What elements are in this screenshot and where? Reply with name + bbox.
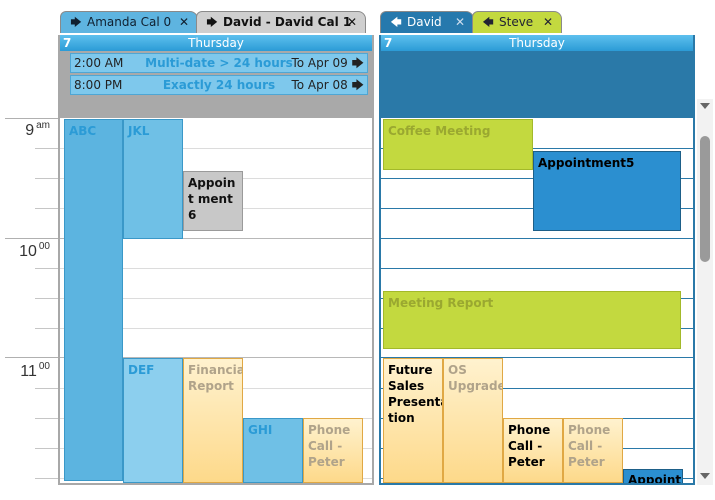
multiday-appointment[interactable]: 8:00 PM Exactly 24 hours To Apr 08 🡆 [70, 75, 368, 95]
scrollbar-thumb[interactable] [700, 136, 710, 262]
appointment-title: Phone Call - Peter [308, 423, 351, 469]
appointment-title: Phone Call - Peter [568, 423, 611, 469]
appointment-title: Meeting Report [388, 296, 494, 310]
tab-david[interactable]: 🡄 David ✕ [380, 11, 474, 33]
arrow-right-icon: 🡆 [351, 78, 364, 92]
tab-label: David - David Cal 1 [223, 15, 352, 29]
tab-amanda-cal-0[interactable]: 🡆 Amanda Cal 0 ✕ [60, 11, 198, 33]
time-divider [35, 148, 58, 149]
multiday-appointment[interactable]: 2:00 AM Multi-date > 24 hours To Apr 09 … [70, 53, 368, 73]
appointment-phone-call-peter-2[interactable]: Phone Call - Peter [563, 418, 623, 483]
appointment-title: Appointment5 [538, 156, 635, 170]
time-divider [5, 118, 58, 119]
grid-line [381, 238, 693, 239]
appointment-title: Phone Call - Peter [508, 423, 551, 469]
time-divider [35, 208, 58, 209]
appointment-def[interactable]: DEF [123, 358, 183, 483]
all-day-area[interactable] [381, 51, 693, 118]
appointment-title: Future Sales Presenta tion [388, 363, 443, 425]
time-label-10: 10 00 [19, 241, 50, 260]
arrow-right-icon: 🡆 [206, 16, 218, 29]
end-date: To Apr 09 🡆 [291, 56, 364, 70]
appointment-jkl[interactable]: JKL [123, 119, 183, 239]
close-icon[interactable]: ✕ [347, 12, 357, 32]
time-label-11: 11 00 [20, 361, 50, 380]
appointment-5[interactable]: Appointment5 [533, 151, 681, 231]
time-divider [35, 418, 58, 419]
appointment-coffee-meeting[interactable]: Coffee Meeting [383, 119, 533, 170]
close-icon[interactable]: ✕ [455, 12, 465, 32]
day-header[interactable]: 7 Thursday [381, 35, 693, 51]
grid-line [381, 268, 693, 269]
vertical-scrollbar[interactable] [697, 99, 713, 485]
day-number: 7 [384, 36, 393, 50]
arrow-right-icon: 🡆 [70, 16, 82, 29]
appointment-title: DEF [128, 363, 155, 377]
tab-steve[interactable]: 🡄 Steve ✕ [472, 11, 562, 33]
appointment-os-upgrade[interactable]: OS Upgrade [443, 358, 503, 483]
time-column: 9 am 10 00 11 00 [0, 118, 58, 500]
appointment-title: Financial Report [188, 363, 243, 393]
time-divider [35, 178, 58, 179]
day-number: 7 [63, 36, 72, 50]
day-header[interactable]: 7 Thursday [60, 35, 372, 51]
time-divider [35, 478, 58, 479]
appointment-title: Coffee Meeting [388, 124, 491, 138]
appointment-abc[interactable]: ABC [64, 119, 123, 481]
time-label-9am: 9 am [25, 120, 50, 139]
appointment-title: Appoint [628, 473, 682, 485]
close-icon[interactable]: ✕ [543, 12, 553, 32]
scroll-up-icon[interactable] [700, 103, 710, 109]
arrow-left-icon: 🡄 [390, 16, 402, 29]
tab-label: Steve [499, 15, 534, 29]
time-divider [5, 238, 58, 239]
time-divider [35, 268, 58, 269]
tab-david-cal-1[interactable]: 🡆 David - David Cal 1 ✕ [196, 11, 366, 33]
tab-label: Amanda Cal 0 [87, 15, 172, 29]
time-divider [35, 328, 58, 329]
calendar-amanda-david: 7 Thursday 2:00 AM Multi-date > 24 hours… [58, 35, 374, 485]
arrow-left-icon: 🡄 [482, 16, 494, 29]
appointment-phone-call-peter[interactable]: Phone Call - Peter [303, 418, 363, 483]
appointment-future-sales[interactable]: Future Sales Presenta tion [383, 358, 443, 483]
appointment-phone-call-peter[interactable]: Phone Call - Peter [503, 418, 563, 483]
appointment-title: OS Upgrade [448, 363, 503, 393]
arrow-right-icon: 🡆 [351, 56, 364, 70]
tab-label: David [407, 15, 442, 29]
scroll-down-icon[interactable] [700, 473, 710, 479]
day-name: Thursday [188, 36, 244, 50]
time-divider [5, 357, 58, 358]
appointment-title: JKL [128, 124, 150, 138]
appointment-appoint[interactable]: Appoint [623, 469, 683, 485]
appointment-ghi[interactable]: GHI [243, 418, 303, 483]
day-name: Thursday [509, 36, 565, 50]
appointment-title: GHI [248, 423, 273, 437]
time-divider [35, 298, 58, 299]
calendar-david-steve: 7 Thursday Coffee Meeting Appointment5 M… [379, 35, 695, 485]
close-icon[interactable]: ✕ [179, 12, 189, 32]
time-divider [35, 448, 58, 449]
appointment-title: ABC [69, 124, 97, 138]
end-date: To Apr 08 🡆 [291, 78, 364, 92]
appointment-meeting-report[interactable]: Meeting Report [383, 291, 681, 349]
appointment-financial-report[interactable]: Financial Report [183, 358, 243, 483]
appointment-6[interactable]: Appoint ment6 [183, 171, 243, 231]
time-divider [35, 388, 58, 389]
appointment-title: Appoint ment6 [188, 176, 236, 222]
